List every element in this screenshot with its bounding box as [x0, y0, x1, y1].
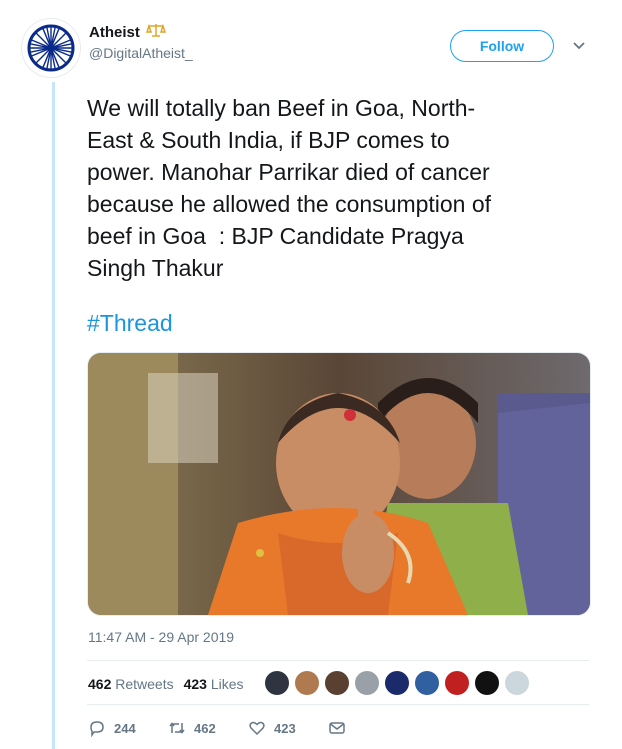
heart-icon — [249, 721, 265, 736]
hashtag-link[interactable]: #Thread — [87, 310, 173, 337]
liker-avatar[interactable] — [414, 670, 440, 696]
account-name-row[interactable]: Atheist — [89, 22, 166, 43]
tweet-photo-image — [88, 353, 590, 615]
direct-message-button[interactable] — [328, 719, 408, 737]
liker-avatar[interactable] — [264, 670, 290, 696]
account-handle[interactable]: @DigitalAtheist_ — [89, 45, 193, 61]
liker-avatar[interactable] — [324, 670, 350, 696]
liker-avatar[interactable] — [384, 670, 410, 696]
reply-icon — [90, 721, 104, 737]
scales-icon — [145, 22, 166, 43]
retweets-count: 462 — [88, 676, 112, 692]
retweets-stat[interactable]: 462 Retweets — [88, 676, 174, 692]
likes-count: 423 — [183, 676, 207, 692]
retweet-button[interactable]: 462 — [168, 719, 248, 737]
like-count: 423 — [274, 720, 296, 736]
follow-button[interactable]: Follow — [450, 30, 554, 62]
reply-count: 244 — [114, 720, 136, 736]
liker-avatar[interactable] — [294, 670, 320, 696]
likes-label: Likes — [210, 676, 244, 692]
chevron-down-icon[interactable] — [570, 36, 588, 54]
liker-avatar[interactable] — [504, 670, 530, 696]
tweet-photo[interactable] — [87, 352, 591, 616]
retweet-count: 462 — [194, 720, 216, 736]
like-button[interactable]: 423 — [248, 719, 328, 737]
engagement-stats: 462 Retweets 423 Likes — [88, 676, 244, 692]
divider — [87, 660, 589, 661]
tweet-timestamp[interactable]: 11:47 AM - 29 Apr 2019 — [88, 629, 234, 645]
tweet-text: We will totally ban Beef in Goa, North- … — [87, 95, 492, 281]
liker-avatar[interactable] — [444, 670, 470, 696]
envelope-icon — [329, 722, 345, 734]
account-name[interactable]: Atheist — [89, 24, 140, 41]
likes-stat[interactable]: 423 Likes — [184, 676, 244, 692]
retweet-icon — [169, 722, 185, 734]
retweets-label: Retweets — [115, 676, 174, 692]
reply-button[interactable]: 244 — [88, 719, 168, 737]
ashoka-chakra-icon — [27, 24, 75, 72]
tweet-actions: 244 462 423 — [88, 719, 408, 737]
liker-avatars — [264, 670, 530, 696]
liker-avatar[interactable] — [354, 670, 380, 696]
liker-avatar[interactable] — [474, 670, 500, 696]
thread-connector-line — [52, 82, 55, 749]
avatar[interactable] — [21, 18, 81, 78]
divider — [87, 704, 589, 705]
